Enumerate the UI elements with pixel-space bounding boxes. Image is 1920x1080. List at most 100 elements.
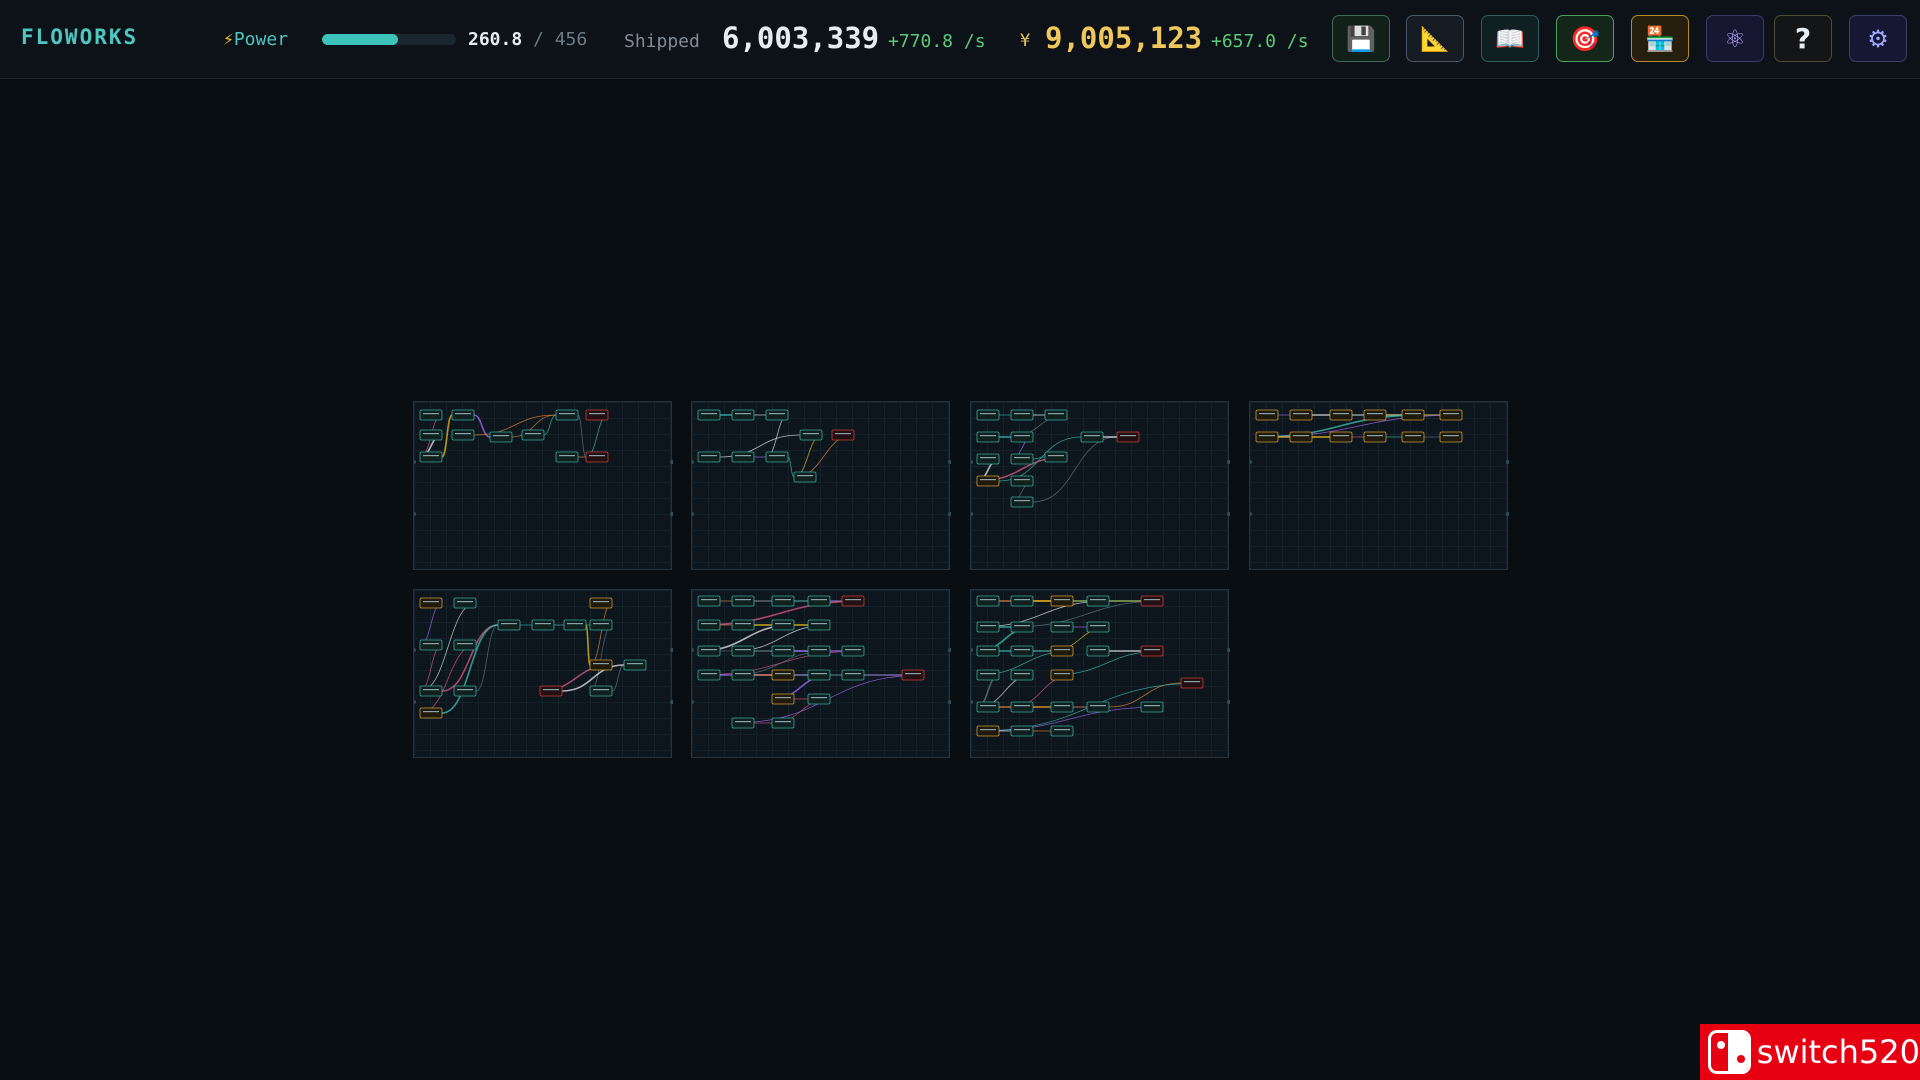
conveyor-wire: [419, 644, 443, 692]
machine-node: [799, 429, 823, 441]
board-port: [670, 648, 673, 652]
machine-node: [697, 669, 721, 681]
machine-node: [731, 595, 755, 607]
machine-node-label: [1090, 705, 1106, 707]
switch-logo-icon: [1708, 1030, 1751, 1074]
shipped-rate: +770.8 /s: [888, 31, 986, 52]
machine-node-label: [769, 413, 785, 415]
machine-node: [976, 621, 1000, 633]
blueprint-button[interactable]: 📐: [1406, 15, 1464, 62]
power-bar: [322, 34, 456, 45]
machine-node: [451, 409, 475, 421]
board-diagram: [971, 595, 1230, 737]
board-diagram: [692, 409, 951, 516]
machine-node: [1289, 431, 1313, 443]
machine-node: [1086, 701, 1110, 713]
machine-node: [585, 451, 609, 463]
machine-node: [976, 453, 1000, 465]
machine-node: [807, 645, 831, 657]
board-port: [692, 460, 694, 464]
machine-node-label: [543, 689, 559, 691]
settings-button[interactable]: ⚙: [1849, 15, 1907, 62]
help-button[interactable]: ?: [1774, 15, 1832, 62]
machine-node-label: [423, 601, 439, 603]
save-button[interactable]: 💾: [1332, 15, 1390, 62]
machine-node-label: [501, 623, 517, 625]
machine-node: [531, 619, 555, 631]
gear-icon: ⚙: [1867, 24, 1889, 53]
machine-node: [976, 475, 1000, 487]
board-port: [1250, 512, 1252, 516]
machine-node-label: [1014, 729, 1030, 731]
machine-node-label: [775, 673, 791, 675]
research-button[interactable]: ⚛: [1706, 15, 1764, 62]
machine-node-label: [775, 649, 791, 651]
machine-node-label: [845, 599, 861, 601]
board-port: [1250, 460, 1252, 464]
machine-node-label: [1084, 435, 1100, 437]
machine-node: [697, 595, 721, 607]
conveyor-wire: [577, 414, 587, 458]
machine-node-label: [1014, 413, 1030, 415]
shop-button[interactable]: 🏪: [1631, 15, 1689, 62]
machine-node-label: [1367, 435, 1383, 437]
machine-node: [589, 597, 613, 609]
machine-node: [1116, 431, 1140, 443]
machine-node: [497, 619, 521, 631]
machine-node: [841, 595, 865, 607]
machine-node: [419, 639, 443, 651]
machine-node: [731, 717, 755, 729]
machine-node-label: [627, 663, 643, 665]
goals-button[interactable]: 🎯: [1556, 15, 1614, 62]
board-port: [971, 648, 973, 652]
machine-node-label: [701, 413, 717, 415]
machine-node-label: [1293, 435, 1309, 437]
machine-node: [1140, 701, 1164, 713]
machine-node-label: [980, 435, 996, 437]
machine-node: [1050, 645, 1074, 657]
machine-node: [976, 409, 1000, 421]
machine-node-label: [1054, 705, 1070, 707]
board-port: [414, 512, 416, 516]
conveyor-wire: [793, 434, 855, 478]
codex-button[interactable]: 📖: [1481, 15, 1539, 62]
machine-node-label: [593, 601, 609, 603]
factory-board-3[interactable]: [970, 401, 1230, 570]
factory-board-1[interactable]: [413, 401, 673, 570]
machine-node-label: [1144, 649, 1160, 651]
machine-node-label: [1144, 705, 1160, 707]
board-port: [692, 512, 694, 516]
power-bar-fill: [322, 34, 399, 45]
machine-node: [1010, 621, 1034, 633]
board-port: [670, 700, 673, 704]
machine-node-label: [1090, 599, 1106, 601]
board-diagram: [1250, 409, 1509, 516]
factory-board-6[interactable]: [691, 589, 951, 758]
machine-node: [976, 669, 1000, 681]
machine-node: [765, 451, 789, 463]
machine-node-label: [1405, 435, 1421, 437]
factory-board-5[interactable]: [413, 589, 673, 758]
open-book-icon: 📖: [1495, 24, 1525, 53]
machine-node-label: [811, 623, 827, 625]
factory-board-7[interactable]: [970, 589, 1230, 758]
machine-node: [1044, 409, 1068, 421]
machine-node: [1439, 431, 1463, 443]
machine-node: [697, 451, 721, 463]
machine-node-label: [1090, 625, 1106, 627]
conveyor-wire: [441, 624, 499, 714]
machine-node-label: [735, 673, 751, 675]
machine-node: [1010, 595, 1034, 607]
machine-node: [453, 597, 477, 609]
machine-node: [976, 701, 1000, 713]
factory-board-4[interactable]: [1249, 401, 1509, 570]
machine-node: [1363, 431, 1387, 443]
machine-node-label: [735, 455, 751, 457]
machine-node: [731, 409, 755, 421]
board-port: [692, 648, 694, 652]
machine-node-label: [980, 705, 996, 707]
board-port: [1227, 700, 1230, 704]
factory-board-2[interactable]: [691, 401, 951, 570]
shipped-label: Shipped: [624, 31, 700, 52]
board-port: [948, 700, 951, 704]
